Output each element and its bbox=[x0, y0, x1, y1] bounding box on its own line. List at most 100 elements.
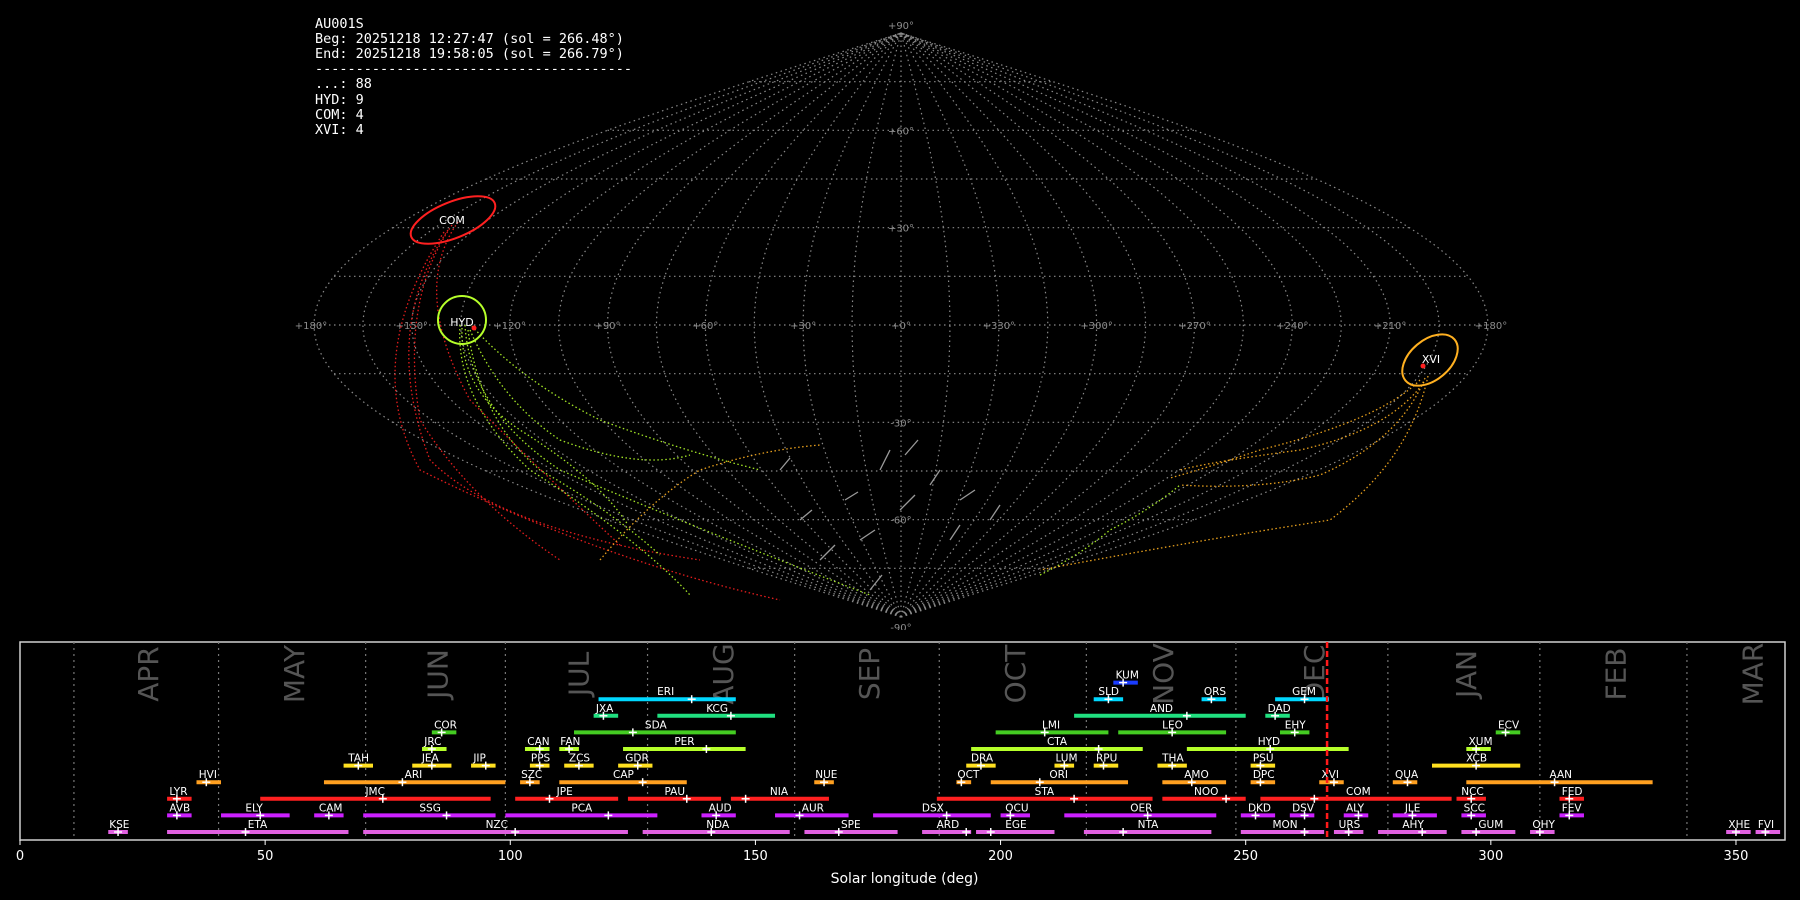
month-label: MAR bbox=[1737, 643, 1770, 706]
lon-tick-label: +180° bbox=[295, 321, 327, 332]
shower-label: DKD bbox=[1248, 802, 1271, 814]
shower-label: ECV bbox=[1498, 719, 1520, 731]
sporadic-meteor-trail bbox=[879, 449, 891, 471]
shower-bar-ehy: EHY bbox=[1280, 719, 1310, 737]
com-meteor-trail bbox=[394, 231, 781, 601]
x-axis-label: Solar longitude (deg) bbox=[831, 871, 979, 887]
shower-bar-szc: SZC bbox=[520, 769, 542, 787]
shower-label: EGE bbox=[1005, 819, 1026, 831]
xvi-meteor-trail bbox=[1039, 375, 1429, 571]
shower-bar-aan: AAN bbox=[1466, 769, 1653, 787]
shower-bar-pca: PCA bbox=[505, 802, 658, 820]
shower-label: AND bbox=[1150, 703, 1173, 715]
shower-label: NCC bbox=[1461, 786, 1484, 798]
shower-bar-oer: OER bbox=[1064, 802, 1217, 820]
lon-tick-label: +300° bbox=[1080, 321, 1112, 332]
shower-bar-spe: SPE bbox=[804, 819, 898, 836]
shower-bar-lyr: LYR bbox=[167, 786, 192, 803]
shower-bar-sda: SDA bbox=[574, 719, 736, 737]
x-tick-label: 350 bbox=[1724, 849, 1749, 864]
shower-bar-ecv: ECV bbox=[1495, 719, 1521, 737]
shower-bar-jmc: JMC bbox=[260, 786, 491, 803]
sporadic-meteor-trail bbox=[859, 529, 876, 541]
shower-bar-jea: JEA bbox=[412, 753, 452, 770]
shower-label: GUM bbox=[1478, 819, 1503, 831]
sporadic-meteor-trail bbox=[799, 509, 813, 521]
shower-label: NOO bbox=[1194, 786, 1218, 798]
shower-label: DSV bbox=[1292, 802, 1315, 814]
shower-bar-jxa: JXA bbox=[593, 703, 619, 720]
sporadic-meteor-trail bbox=[844, 491, 859, 501]
lon-tick-label: +90° bbox=[594, 321, 620, 332]
hyd-meteor-trail bbox=[467, 329, 661, 556]
shower-label: EHY bbox=[1285, 719, 1307, 731]
shower-bar-mon: MON bbox=[1240, 819, 1325, 836]
x-tick-label: 250 bbox=[1233, 849, 1258, 864]
radiant-sky-map: +180° +150° +120° +90° +60° +30° +0° +330° +300°… bbox=[295, 21, 1507, 630]
shower-bar-ari: ARI bbox=[323, 769, 506, 787]
shower-label: XVI bbox=[1321, 769, 1338, 781]
shower-bar-eta: ETA bbox=[167, 819, 349, 836]
month-label: FEB bbox=[1599, 647, 1632, 700]
shower-label: THA bbox=[1161, 753, 1184, 765]
radiant-label: HYD bbox=[450, 316, 473, 329]
shower-bar-leo: LEO bbox=[1118, 719, 1227, 737]
shower-bar-ssg: SSG bbox=[363, 802, 496, 820]
shower-label: LEO bbox=[1162, 719, 1183, 731]
sporadic-meteor-trail bbox=[959, 489, 976, 501]
shower-bar-avb: AVB bbox=[167, 802, 192, 820]
month-label: JUL bbox=[562, 651, 595, 698]
hyd-meteor-trail bbox=[471, 325, 761, 471]
shower-bar-lum: LUM bbox=[1054, 753, 1078, 770]
shower-label: ARI bbox=[405, 769, 423, 781]
lon-tick-label: +120° bbox=[493, 321, 525, 332]
shower-label: HVI bbox=[199, 769, 217, 781]
shower-bar-ard: ARD bbox=[922, 819, 972, 836]
hyd-meteor-trail bbox=[459, 324, 691, 596]
shower-bar-cta: CTA bbox=[971, 736, 1143, 753]
xvi-meteor-trail bbox=[1179, 377, 1426, 487]
shower-label: RPU bbox=[1096, 753, 1117, 765]
shower-label: FAN bbox=[560, 736, 580, 748]
shower-label: ETA bbox=[248, 819, 268, 831]
shower-timeline-chart: APR MAY JUN JUL AUG SEP OCT NOV DEC JAN FEB MAR0 50 1… bbox=[16, 641, 1786, 887]
shower-label: ORS bbox=[1204, 686, 1227, 698]
shower-label: AUD bbox=[709, 802, 732, 814]
shower-label: OCT bbox=[957, 769, 980, 781]
shower-label: AMO bbox=[1184, 769, 1209, 781]
lat-tick-label: +90° bbox=[888, 21, 914, 32]
month-label: OCT bbox=[999, 644, 1032, 704]
shower-label: NUE bbox=[815, 769, 837, 781]
shower-label: QUA bbox=[1395, 769, 1419, 781]
shower-bar-noo: NOO bbox=[1162, 786, 1246, 803]
shower-label: NZC bbox=[486, 819, 508, 831]
shower-bar-aud: AUD bbox=[701, 802, 736, 820]
shower-label: JIP bbox=[472, 753, 486, 765]
meridian-line bbox=[802, 32, 902, 618]
shower-bar-lmi: LMI bbox=[995, 719, 1109, 737]
shower-bar-nia: NIA bbox=[730, 786, 829, 803]
shower-label: TAH bbox=[347, 753, 369, 765]
shower-bar-nda: NDA bbox=[642, 819, 790, 836]
shower-bar-dsv: DSV bbox=[1289, 802, 1315, 820]
month-label: JUN bbox=[422, 649, 455, 701]
sporadic-meteor-trail bbox=[899, 494, 916, 511]
shower-bar-zcs: ZCS bbox=[564, 753, 594, 770]
shower-bar-pau: PAU bbox=[627, 786, 722, 803]
month-label: NOV bbox=[1147, 643, 1180, 705]
shower-label: SCC bbox=[1464, 802, 1485, 814]
shower-bar-nta: NTA bbox=[1083, 819, 1212, 836]
shower-label: ALY bbox=[1346, 802, 1365, 814]
shower-label: SPE bbox=[841, 819, 861, 831]
shower-label: ZCS bbox=[569, 753, 591, 765]
shower-label: URS bbox=[1339, 819, 1361, 831]
shower-label: JXA bbox=[595, 703, 614, 715]
shower-bar-amo: AMO bbox=[1162, 769, 1227, 787]
shower-label: ERI bbox=[657, 686, 674, 698]
shower-bar-ely: ELY bbox=[221, 802, 290, 820]
sporadic-meteor-trail bbox=[869, 574, 883, 591]
shower-label: KUM bbox=[1116, 670, 1139, 682]
shower-bar-nzc: NZC bbox=[363, 819, 628, 836]
x-tick-label: 50 bbox=[257, 849, 274, 864]
shower-label: MON bbox=[1272, 819, 1297, 831]
